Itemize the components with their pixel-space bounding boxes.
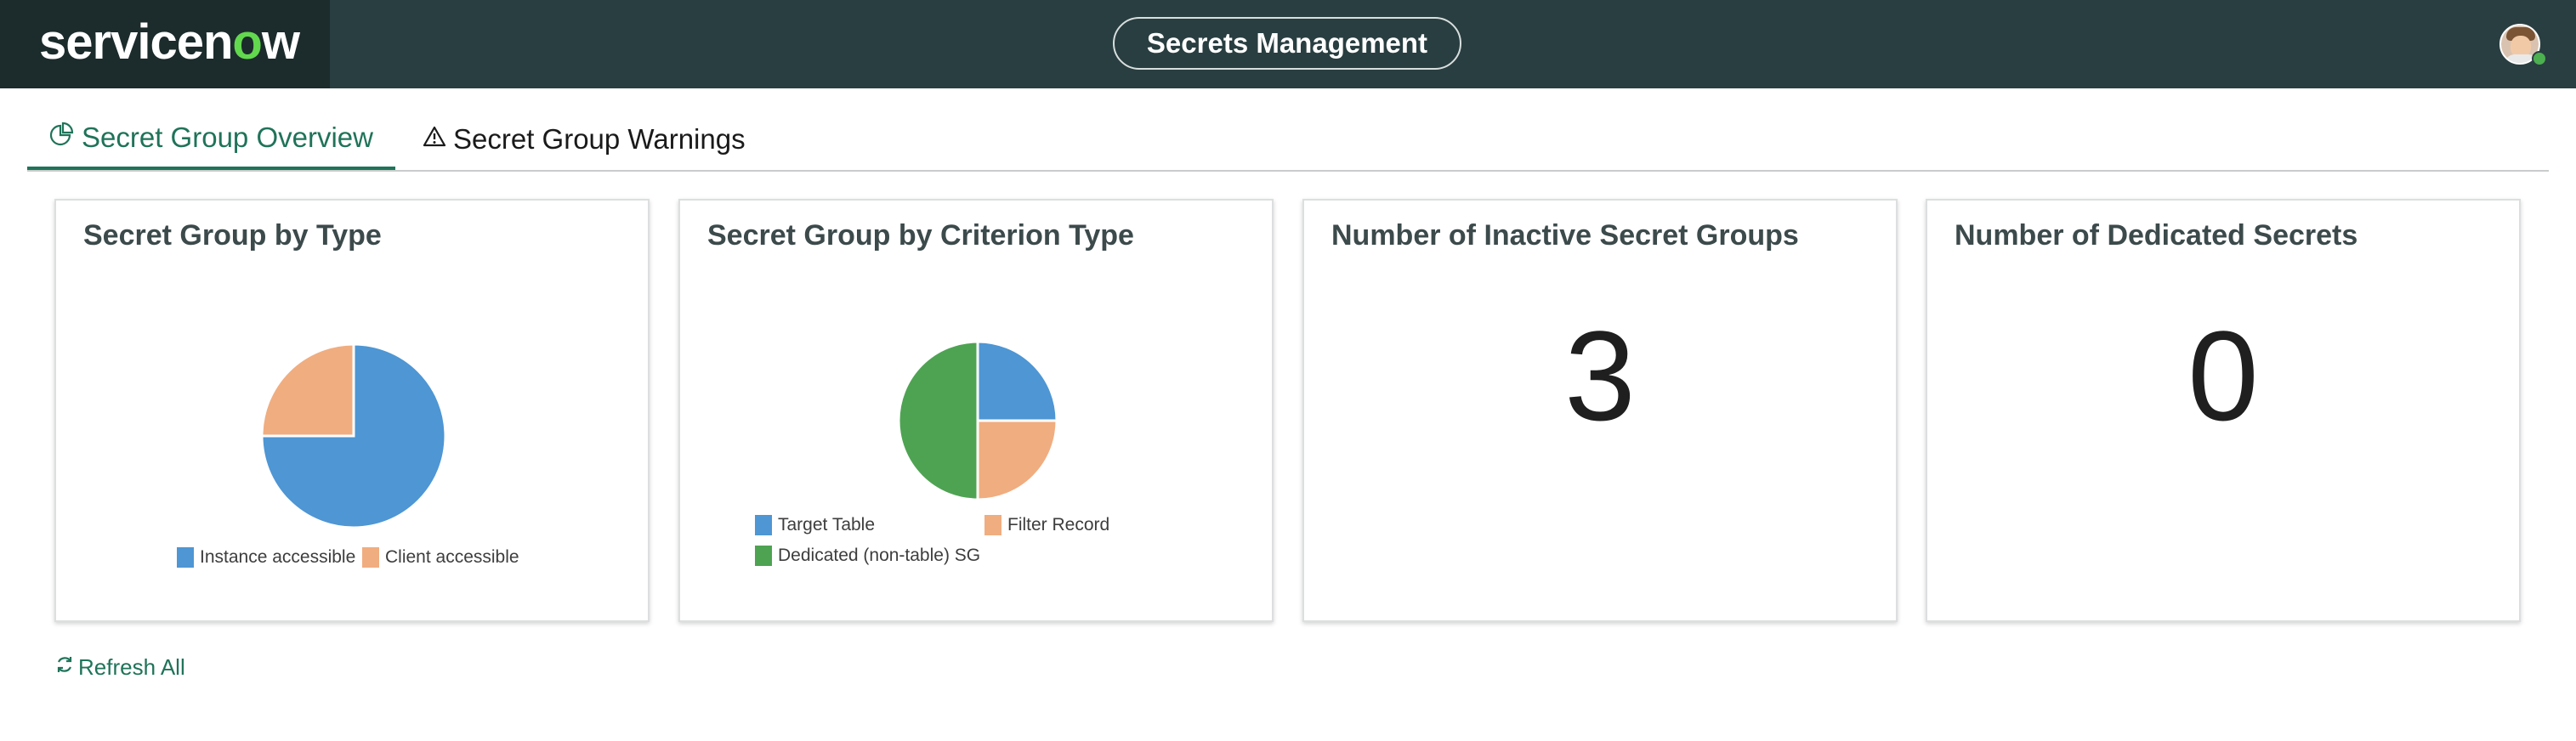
legend-swatch [984, 515, 1001, 535]
legend-item[interactable]: Dedicated (non-table) SG [755, 546, 980, 566]
tab-secret-group-overview[interactable]: Secret Group Overview [27, 109, 395, 170]
warning-icon [423, 123, 446, 156]
card-secret-group-by-type: Secret Group by Type Instance accessible… [54, 199, 650, 622]
app-title-pill[interactable]: Secrets Management [1113, 17, 1461, 70]
presence-indicator [2532, 51, 2547, 66]
pie-slice-dedicated-non-table-sg[interactable] [897, 340, 979, 501]
legend-item[interactable]: Target Table [755, 515, 875, 535]
legend-label: Filter Record [1007, 515, 1110, 535]
legend-swatch [177, 547, 194, 568]
tab-secret-group-warnings[interactable]: Secret Group Warnings [423, 109, 780, 170]
refresh-all-button[interactable]: Refresh All [54, 654, 185, 681]
legend-item[interactable]: Instance accessible [177, 547, 355, 568]
top-header: servicenow Secrets Management [0, 0, 2576, 88]
legend-item[interactable]: Client accessible [362, 547, 519, 568]
tab-label: Secret Group Overview [82, 122, 373, 153]
refresh-label: Refresh All [78, 654, 185, 680]
card-secret-group-by-criterion: Secret Group by Criterion Type Target Ta… [678, 199, 1274, 622]
dedicated-count[interactable]: 0 [1927, 303, 2519, 450]
legend-label: Dedicated (non-table) SG [778, 546, 981, 565]
legend-swatch [755, 546, 772, 566]
legend-swatch [755, 515, 772, 535]
legend-label: Instance accessible [200, 547, 356, 567]
pie-slice-filter-record[interactable] [976, 419, 1058, 501]
tab-bar: Secret Group Overview Secret Group Warni… [27, 109, 2549, 172]
logo[interactable]: servicenow [0, 0, 330, 88]
card-title: Number of Dedicated Secrets [1955, 219, 2358, 252]
refresh-icon [54, 654, 75, 681]
card-title: Number of Inactive Secret Groups [1331, 219, 1799, 252]
card-inactive-secret-groups[interactable]: Number of Inactive Secret Groups 3 [1302, 199, 1898, 622]
card-dedicated-secrets[interactable]: Number of Dedicated Secrets 0 [1926, 199, 2521, 622]
pie-slice-client-accessible[interactable] [260, 342, 355, 438]
tab-label: Secret Group Warnings [453, 123, 746, 155]
brand-wordmark: servicenow [39, 14, 300, 70]
legend-item[interactable]: Filter Record [984, 515, 1109, 535]
legend-label: Client accessible [385, 547, 519, 567]
legend-label: Target Table [778, 515, 876, 535]
pie-slice-target-table[interactable] [976, 340, 1058, 422]
inactive-count[interactable]: 3 [1304, 303, 1896, 450]
legend-swatch [362, 547, 379, 568]
pie-chart-icon [49, 122, 75, 154]
app-title: Secrets Management [1146, 27, 1428, 59]
